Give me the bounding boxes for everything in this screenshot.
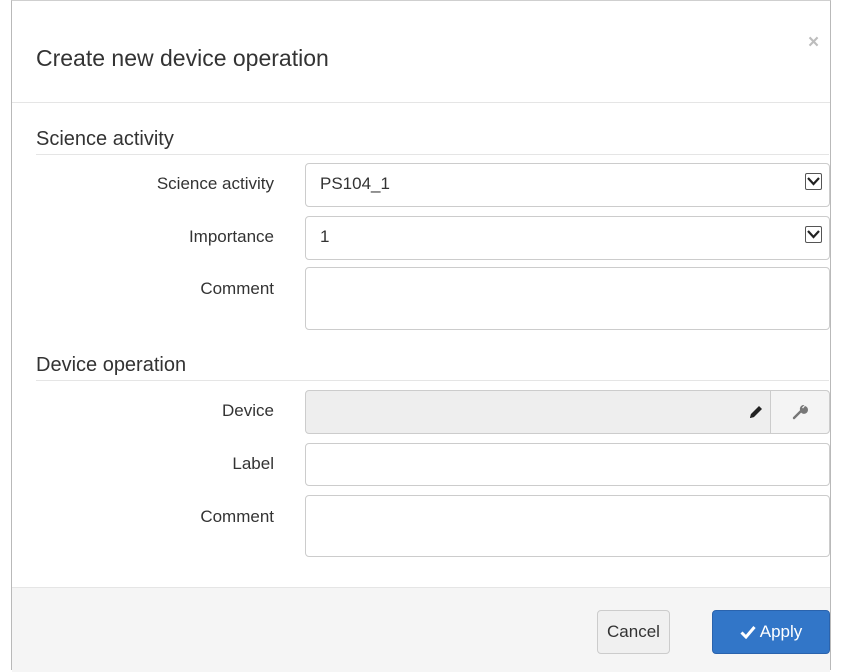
label-field-label: Label bbox=[232, 454, 274, 473]
device-input-group[interactable] bbox=[305, 390, 830, 434]
chevron-down-icon bbox=[805, 173, 822, 190]
checkmark-icon bbox=[740, 626, 756, 639]
device-edit-button[interactable] bbox=[741, 391, 771, 433]
background-left bbox=[0, 0, 11, 670]
section-divider bbox=[36, 154, 829, 155]
chevron-down-icon bbox=[805, 226, 822, 243]
apply-button[interactable]: Apply bbox=[712, 610, 830, 654]
device-comment-textarea[interactable] bbox=[305, 495, 830, 557]
label-input[interactable] bbox=[305, 443, 830, 486]
background-right bbox=[832, 0, 841, 670]
importance-label: Importance bbox=[188, 227, 274, 246]
dialog-title: Create new device operation bbox=[36, 45, 329, 71]
importance-value: 1 bbox=[320, 227, 330, 246]
wrench-icon bbox=[792, 404, 808, 420]
create-device-operation-dialog: Create new device operation × Science ac… bbox=[11, 0, 831, 672]
apply-button-label: Apply bbox=[759, 622, 803, 641]
section-divider bbox=[36, 380, 829, 381]
device-operation-section-title: Device operation bbox=[36, 354, 187, 376]
cancel-button[interactable]: Cancel bbox=[597, 610, 670, 654]
science-activity-value: PS104_1 bbox=[320, 174, 390, 193]
science-comment-label: Comment bbox=[200, 279, 274, 298]
importance-select[interactable]: 1 bbox=[305, 216, 830, 260]
device-label: Device bbox=[222, 401, 274, 420]
pencil-icon bbox=[750, 406, 762, 418]
science-comment-textarea[interactable] bbox=[305, 267, 830, 330]
science-activity-select[interactable]: PS104_1 bbox=[305, 163, 830, 207]
science-activity-label: Science activity bbox=[156, 174, 274, 193]
dialog-header: Create new device operation × bbox=[12, 1, 830, 103]
dialog-footer: Cancel Apply bbox=[12, 587, 830, 672]
device-comment-label: Comment bbox=[200, 507, 274, 526]
close-button[interactable]: × bbox=[808, 33, 819, 53]
science-activity-section-title: Science activity bbox=[36, 128, 174, 150]
device-tool-button[interactable] bbox=[770, 391, 829, 433]
